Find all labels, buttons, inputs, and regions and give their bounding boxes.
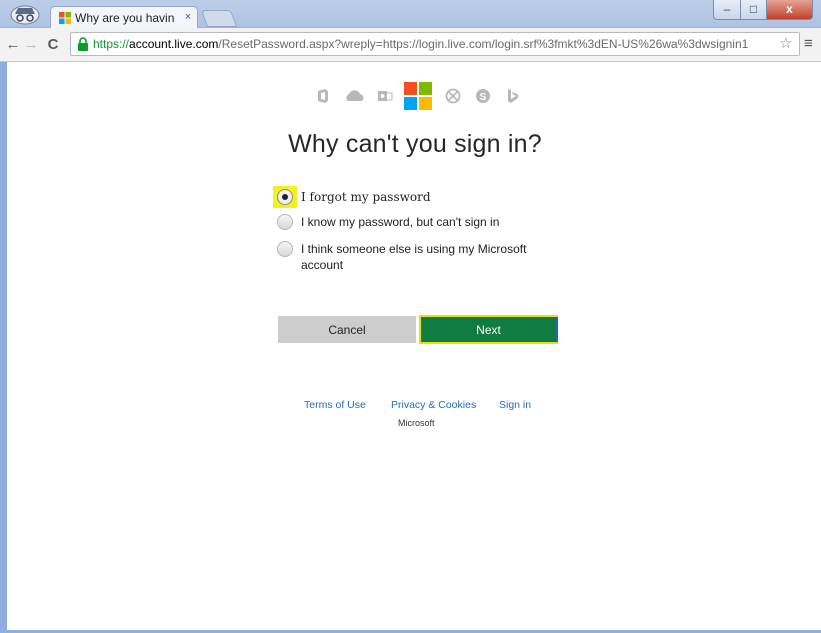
sign-in-link[interactable]: Sign in	[499, 399, 531, 411]
skype-icon: S	[476, 89, 490, 103]
radio-forgot-password[interactable]	[277, 189, 293, 205]
forward-arrow-icon[interactable]: →	[22, 36, 40, 54]
terms-of-use-link[interactable]: Terms of Use	[304, 399, 366, 411]
footer-company: Microsoft	[398, 418, 435, 428]
close-window-button[interactable]: x	[766, 0, 813, 20]
onedrive-icon	[346, 90, 364, 101]
tab-title: Why are you having	[75, 11, 175, 25]
product-icons-row: S	[310, 82, 530, 112]
browser-tab[interactable]: Why are you having ×	[50, 6, 198, 29]
office-icon	[318, 89, 328, 103]
url-scheme: https://	[93, 37, 130, 51]
option-know-password[interactable]: I know my password, but can't sign in	[277, 212, 557, 232]
privacy-cookies-link[interactable]: Privacy & Cookies	[391, 399, 476, 411]
bing-icon	[508, 89, 518, 103]
incognito-icon	[10, 5, 40, 25]
lock-icon	[78, 37, 88, 51]
minimize-button[interactable]: –	[713, 0, 741, 20]
bookmark-star-icon[interactable]: ☆	[779, 34, 792, 52]
browser-caption-bar: Why are you having × – □ x	[0, 0, 821, 29]
url-text: https://account.live.com/ResetPassword.a…	[93, 37, 773, 51]
back-arrow-icon[interactable]: ←	[4, 36, 22, 54]
cancel-button[interactable]: Cancel	[278, 316, 416, 343]
new-tab-button[interactable]	[200, 10, 238, 27]
maximize-button[interactable]: □	[740, 0, 767, 20]
outlook-icon	[378, 91, 393, 101]
option-someone-else[interactable]: I think someone else is using my Microso…	[277, 239, 557, 275]
radio-someone-else[interactable]	[277, 241, 293, 257]
menu-icon[interactable]: ≡	[804, 35, 818, 52]
next-button[interactable]: Next	[419, 315, 558, 344]
address-bar[interactable]: https://account.live.com/ResetPassword.a…	[70, 32, 800, 56]
svg-text:S: S	[480, 92, 487, 103]
url-host: account.live.com	[129, 37, 219, 51]
window-left-border	[0, 62, 7, 633]
tab-close-icon[interactable]: ×	[181, 10, 195, 24]
page-title: Why can't you sign in?	[288, 130, 542, 158]
option-label-someone-else: I think someone else is using my Microso…	[301, 242, 527, 272]
url-path: /ResetPassword.aspx?wreply=https://login…	[218, 37, 749, 51]
option-label-know-password: I know my password, but can't sign in	[301, 215, 500, 229]
radio-know-password[interactable]	[277, 214, 293, 230]
option-label-forgot-password: I forgot my password	[301, 190, 431, 204]
microsoft-favicon-icon	[59, 12, 71, 24]
microsoft-logo	[404, 82, 432, 110]
xbox-icon	[445, 88, 461, 104]
reload-icon[interactable]: C	[44, 36, 62, 54]
option-forgot-password[interactable]: I forgot my password	[277, 187, 557, 207]
browser-toolbar: ← → C https://account.live.com/ResetPass…	[0, 28, 821, 62]
